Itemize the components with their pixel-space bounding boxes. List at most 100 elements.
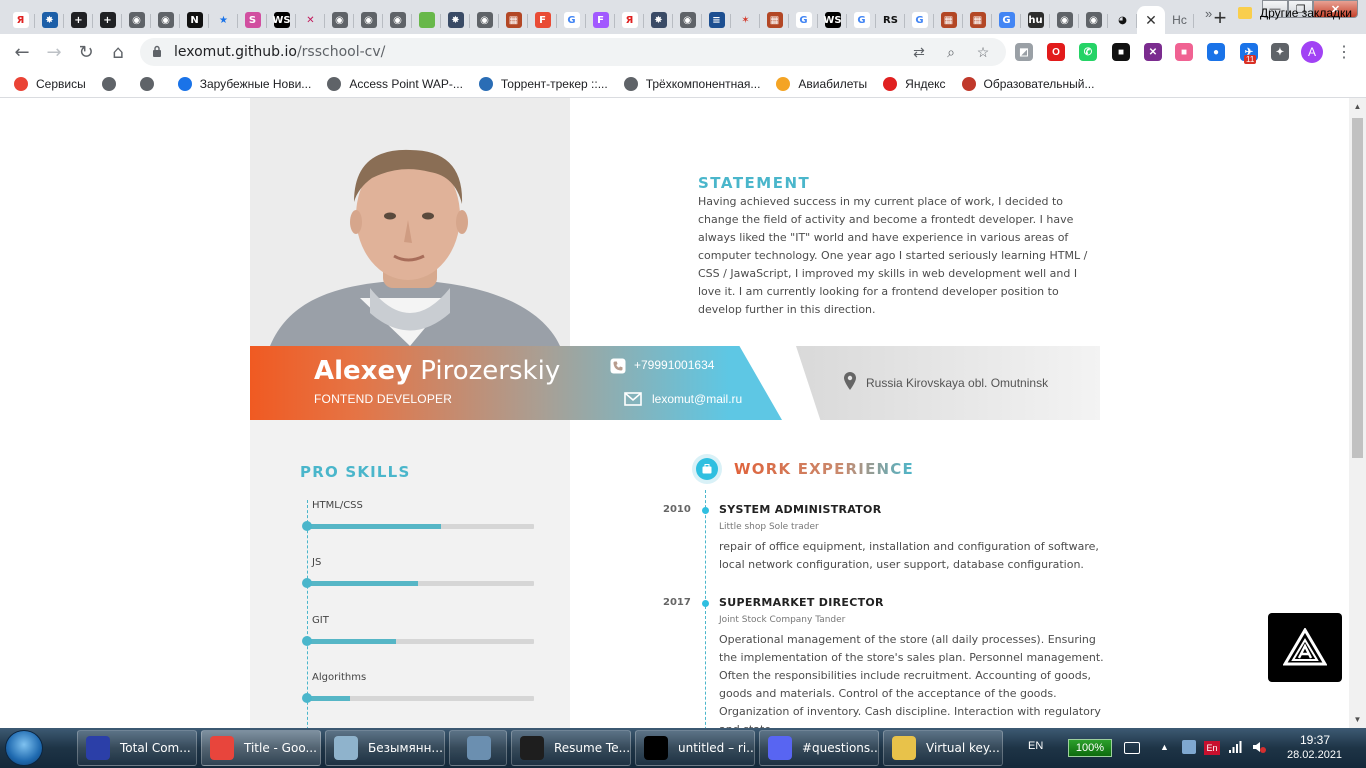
browser-tab[interactable]: ◉ [1079, 6, 1108, 34]
browser-tab[interactable]: ▦ [934, 6, 963, 34]
scroll-up-arrow-icon[interactable]: ▲ [1349, 98, 1366, 115]
browser-tab[interactable]: ★ [209, 6, 238, 34]
start-button[interactable] [5, 730, 43, 766]
browser-tab[interactable]: ◉ [673, 6, 702, 34]
bookmark-star-icon[interactable]: ☆ [974, 43, 992, 61]
back-button[interactable]: ← [6, 36, 38, 68]
browser-tab[interactable]: ◉ [383, 6, 412, 34]
browser-tab[interactable]: ▦ [963, 6, 992, 34]
tray-up-arrow-icon[interactable]: ▲ [1160, 742, 1174, 756]
url-text[interactable]: lexomut.github.io/rsschool-cv/ [174, 44, 385, 60]
taskbar-button[interactable]: Title - Goo... [201, 730, 321, 766]
email-address[interactable]: lexomut@mail.ru [652, 392, 742, 406]
tray-monitor-icon[interactable] [1124, 742, 1140, 754]
clock-date[interactable]: 28.02.2021 [1287, 749, 1342, 761]
other-bookmarks-folder[interactable]: Другие закладки [1238, 6, 1352, 20]
bookmark-item[interactable] [101, 76, 124, 91]
browser-tab[interactable]: ✸ [441, 6, 470, 34]
browser-tab[interactable]: F [586, 6, 615, 34]
square-icon[interactable]: ■ [1112, 43, 1130, 61]
browser-tab[interactable]: + [93, 6, 122, 34]
reload-button[interactable]: ↻ [70, 36, 102, 68]
profile-avatar[interactable]: A [1301, 41, 1323, 63]
extension-icon[interactable]: ◩ [1015, 43, 1033, 61]
bookmark-item[interactable]: Авиабилеты [776, 76, 867, 91]
floating-logo[interactable] [1268, 613, 1342, 682]
browser-tab[interactable]: ≡ [702, 6, 731, 34]
browser-menu-icon[interactable]: ⋮ [1336, 42, 1352, 62]
translate-icon[interactable]: ⇄ [910, 43, 928, 61]
volume-muted-icon[interactable] [1252, 740, 1266, 754]
taskbar-button[interactable]: #questions... [759, 730, 879, 766]
zoom-icon[interactable]: ⌕ [942, 43, 960, 61]
browser-tab[interactable]: G [557, 6, 586, 34]
bookmark-item[interactable]: Яндекс [883, 76, 946, 91]
taskbar-button[interactable]: Virtual key... [883, 730, 1003, 766]
scroll-thumb[interactable] [1352, 118, 1363, 458]
browser-tab[interactable]: F [528, 6, 557, 34]
bookmark-item[interactable]: Зарубежные Нови... [177, 76, 311, 91]
bookmarks-overflow-button[interactable]: » [1205, 6, 1212, 21]
browser-tab[interactable]: Нс [1165, 6, 1194, 34]
browser-tab[interactable]: WS [818, 6, 847, 34]
browser-tab[interactable]: Я [6, 6, 35, 34]
browser-tab[interactable]: ◉ [151, 6, 180, 34]
opera-icon[interactable]: O [1047, 43, 1065, 61]
browser-tab[interactable]: RS [876, 6, 905, 34]
browser-tab[interactable]: ◉ [325, 6, 354, 34]
language-indicator[interactable]: EN [1028, 740, 1043, 752]
browser-tab[interactable]: ◉ [470, 6, 499, 34]
address-bar[interactable]: lexomut.github.io/rsschool-cv/ ⇄ ⌕ ☆ [140, 38, 1006, 66]
browser-tab[interactable]: + [64, 6, 93, 34]
browser-tab[interactable]: G [789, 6, 818, 34]
keyboard-layout-icon[interactable]: En [1204, 741, 1220, 755]
browser-tab[interactable]: S [238, 6, 267, 34]
bookmark-item[interactable]: Трёхкомпонентная... [623, 76, 760, 91]
browser-tab[interactable]: WS [267, 6, 296, 34]
scroll-down-arrow-icon[interactable]: ▼ [1349, 711, 1366, 728]
browser-tab[interactable]: ✸ [644, 6, 673, 34]
page-scrollbar[interactable]: ▲ ▼ [1349, 98, 1366, 728]
taskbar-button[interactable]: untitled – ri... [635, 730, 755, 766]
browser-tab[interactable]: N [180, 6, 209, 34]
gradient-icon[interactable]: ■ [1175, 43, 1193, 61]
forward-button[interactable]: → [38, 36, 70, 68]
phone-number[interactable]: +79991001634 [634, 358, 714, 372]
active-browser-tab[interactable]: ✕ [1137, 6, 1165, 34]
lock-icon[interactable] [152, 45, 162, 60]
browser-tab[interactable]: ◉ [354, 6, 383, 34]
puzzle-icon[interactable]: ✦ [1271, 43, 1289, 61]
taskbar-button[interactable]: Total Com... [77, 730, 197, 766]
browser-tab[interactable]: ▦ [760, 6, 789, 34]
browser-tab[interactable]: G [905, 6, 934, 34]
bookmark-item[interactable]: Access Point WAP-... [327, 76, 463, 91]
browser-tab[interactable]: G [992, 6, 1021, 34]
circle-icon[interactable]: ● [1207, 43, 1225, 61]
tab-close-icon[interactable]: ✕ [1145, 12, 1157, 29]
battery-indicator[interactable]: 100% [1068, 739, 1112, 757]
browser-tab[interactable]: Я [615, 6, 644, 34]
x-icon[interactable]: ✕ [1144, 43, 1162, 61]
bookmark-item[interactable]: Сервисы [14, 76, 86, 91]
browser-tab[interactable]: ● [412, 6, 441, 34]
whatsapp-icon[interactable]: ✆ [1079, 43, 1097, 61]
browser-tab[interactable]: ◉ [1050, 6, 1079, 34]
browser-tab[interactable]: ◕ [1108, 6, 1137, 34]
browser-tab[interactable]: ✶ [731, 6, 760, 34]
browser-tab[interactable]: ◉ [122, 6, 151, 34]
taskbar-button[interactable]: Безымянн... [325, 730, 445, 766]
home-button[interactable]: ⌂ [102, 36, 134, 68]
browser-tab[interactable]: ▦ [499, 6, 528, 34]
browser-tab[interactable]: ✸ [35, 6, 64, 34]
bookmark-item[interactable]: Торрент-трекер ::... [478, 76, 608, 91]
bookmark-item[interactable]: Образовательный... [961, 76, 1094, 91]
browser-tab[interactable]: G [847, 6, 876, 34]
browser-tab[interactable]: hu [1021, 6, 1050, 34]
taskbar-button[interactable]: Resume Te... [511, 730, 631, 766]
signal-icon[interactable] [1228, 740, 1242, 754]
browser-tab[interactable]: ✕ [296, 6, 325, 34]
clock-time[interactable]: 19:37 [1300, 733, 1330, 747]
taskbar-button[interactable] [449, 730, 507, 766]
tray-network-icon[interactable] [1182, 740, 1196, 754]
bookmark-item[interactable] [139, 76, 162, 91]
